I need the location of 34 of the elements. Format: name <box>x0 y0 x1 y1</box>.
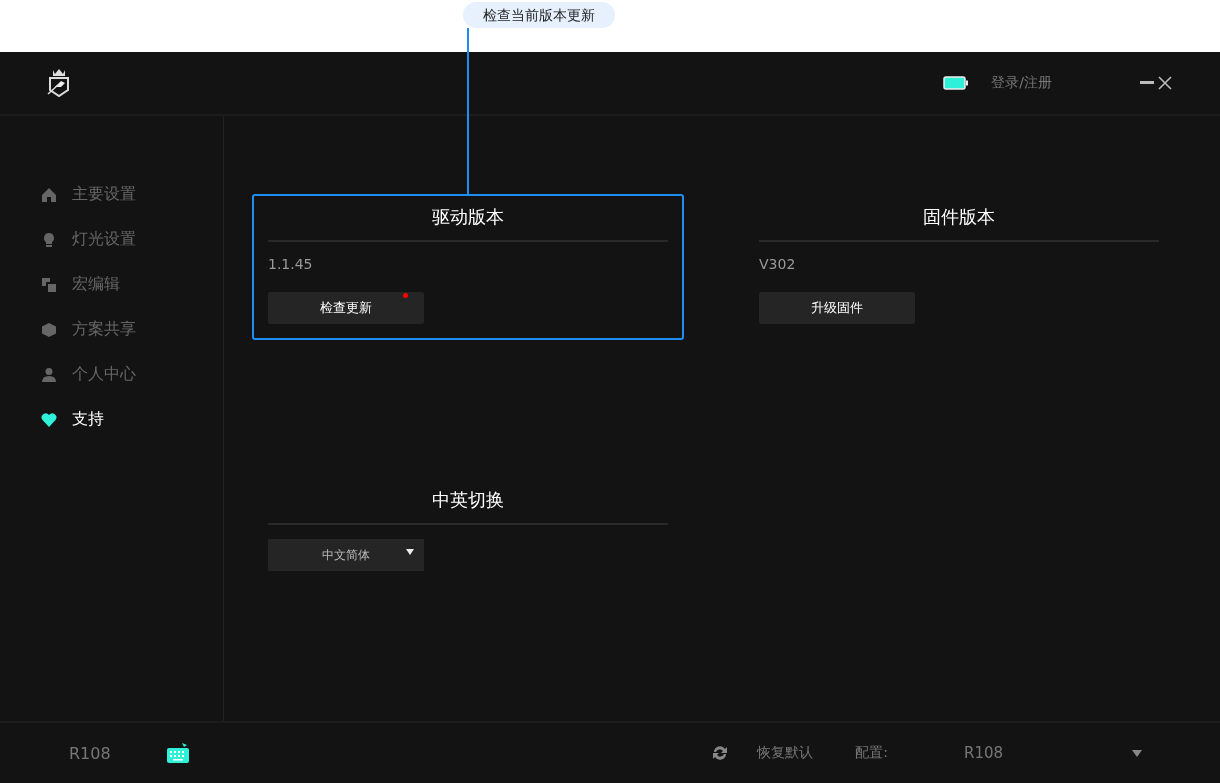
section-title: 驱动版本 <box>431 205 505 229</box>
config-label: 配置: <box>855 744 888 762</box>
login-link[interactable]: 登录/注册 <box>991 74 1052 92</box>
close-icon[interactable] <box>1158 76 1172 90</box>
callout-label: 检查当前版本更新 <box>463 2 615 28</box>
device-name: R108 <box>69 743 111 763</box>
refresh-icon[interactable] <box>711 745 730 761</box>
sidebar-item[interactable]: 方案共享 <box>0 307 223 352</box>
section-title: 中英切换 <box>431 488 505 512</box>
squares-icon <box>41 276 57 293</box>
crown-shield-logo-icon <box>46 68 72 98</box>
lightbulb-icon <box>41 231 57 248</box>
version-number: V302 <box>759 256 797 272</box>
action-button[interactable]: 检查更新 <box>268 292 424 324</box>
sidebar-item[interactable]: 主要设置 <box>0 172 223 217</box>
sidebar-item[interactable]: 宏编辑 <box>0 262 223 307</box>
caret-icon <box>1132 749 1142 757</box>
section-title: 固件版本 <box>922 205 996 229</box>
language-dropdown[interactable]: 中文简体 <box>268 539 424 571</box>
caret-icon <box>406 549 414 555</box>
battery-icon <box>943 76 970 90</box>
version-number: 1.1.45 <box>268 256 314 272</box>
sidebar-item[interactable]: 支持 <box>0 397 223 442</box>
keyboard-icon[interactable] <box>165 742 190 764</box>
sidebar-item[interactable]: 个人中心 <box>0 352 223 397</box>
heart-icon <box>41 411 57 428</box>
config-dropdown[interactable]: R108 <box>964 744 1142 762</box>
home-icon <box>41 186 57 203</box>
user-icon <box>41 366 57 383</box>
notification-dot <box>403 293 408 298</box>
sidebar-item[interactable]: 灯光设置 <box>0 217 223 262</box>
action-button[interactable]: 升级固件 <box>759 292 915 324</box>
cube-icon <box>41 321 57 338</box>
restore-default-button[interactable]: 恢复默认 <box>757 744 814 762</box>
